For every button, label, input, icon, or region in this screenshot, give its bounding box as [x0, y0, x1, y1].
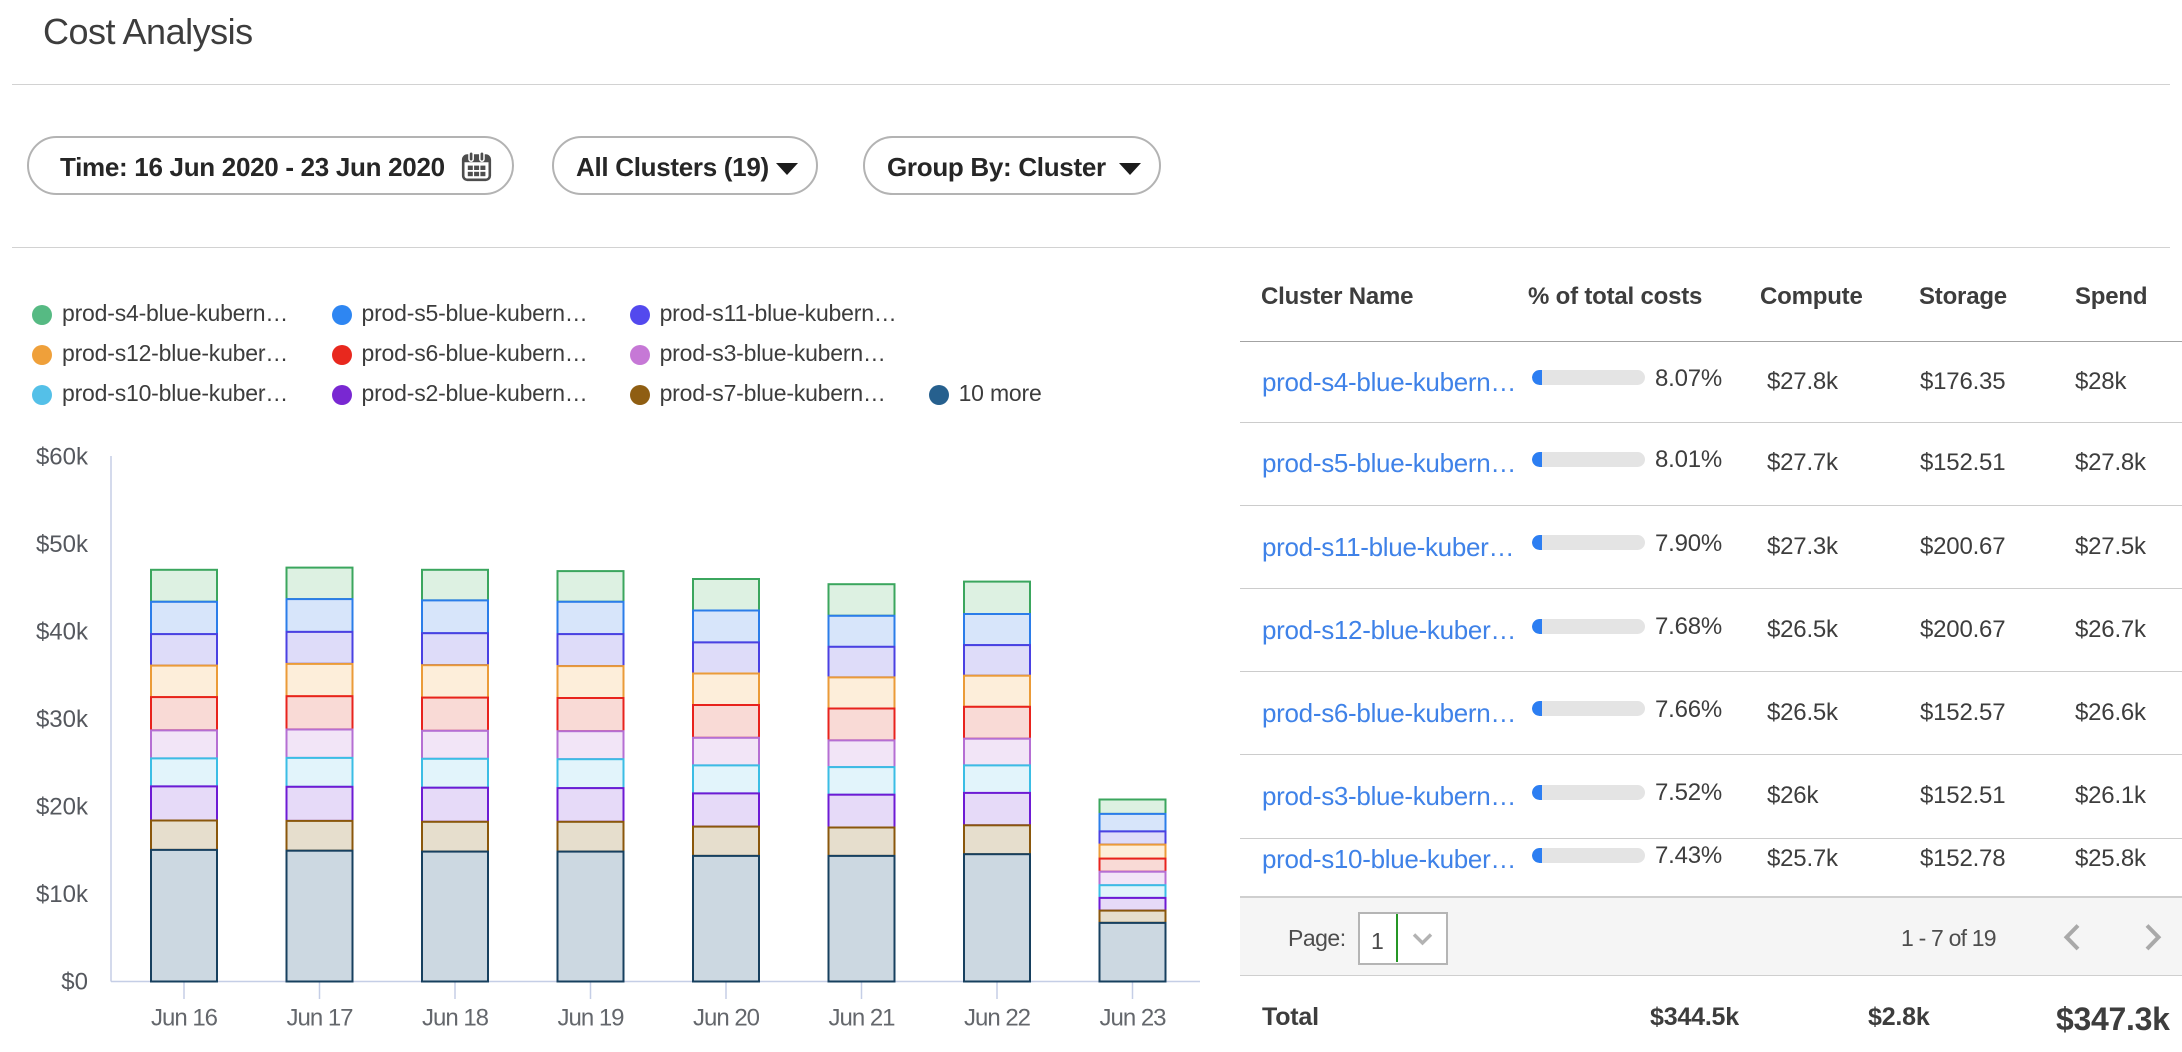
svg-text:$10k: $10k	[36, 881, 89, 908]
svg-text:$30k: $30k	[36, 706, 89, 733]
svg-text:$60k: $60k	[36, 444, 89, 471]
svg-text:$20k: $20k	[36, 794, 89, 821]
svg-text:Jun 20: Jun 20	[693, 1005, 760, 1032]
svg-text:Jun 19: Jun 19	[557, 1005, 624, 1032]
svg-text:$40k: $40k	[36, 619, 89, 646]
svg-text:Jun 16: Jun 16	[151, 1005, 218, 1032]
svg-text:$50k: $50k	[36, 531, 89, 558]
svg-text:Jun 23: Jun 23	[1099, 1005, 1166, 1032]
svg-text:Jun 21: Jun 21	[828, 1005, 895, 1032]
svg-text:Jun 18: Jun 18	[422, 1005, 489, 1032]
svg-text:Jun 17: Jun 17	[286, 1005, 353, 1032]
svg-text:$0: $0	[61, 969, 88, 996]
svg-text:Jun 22: Jun 22	[964, 1005, 1031, 1032]
